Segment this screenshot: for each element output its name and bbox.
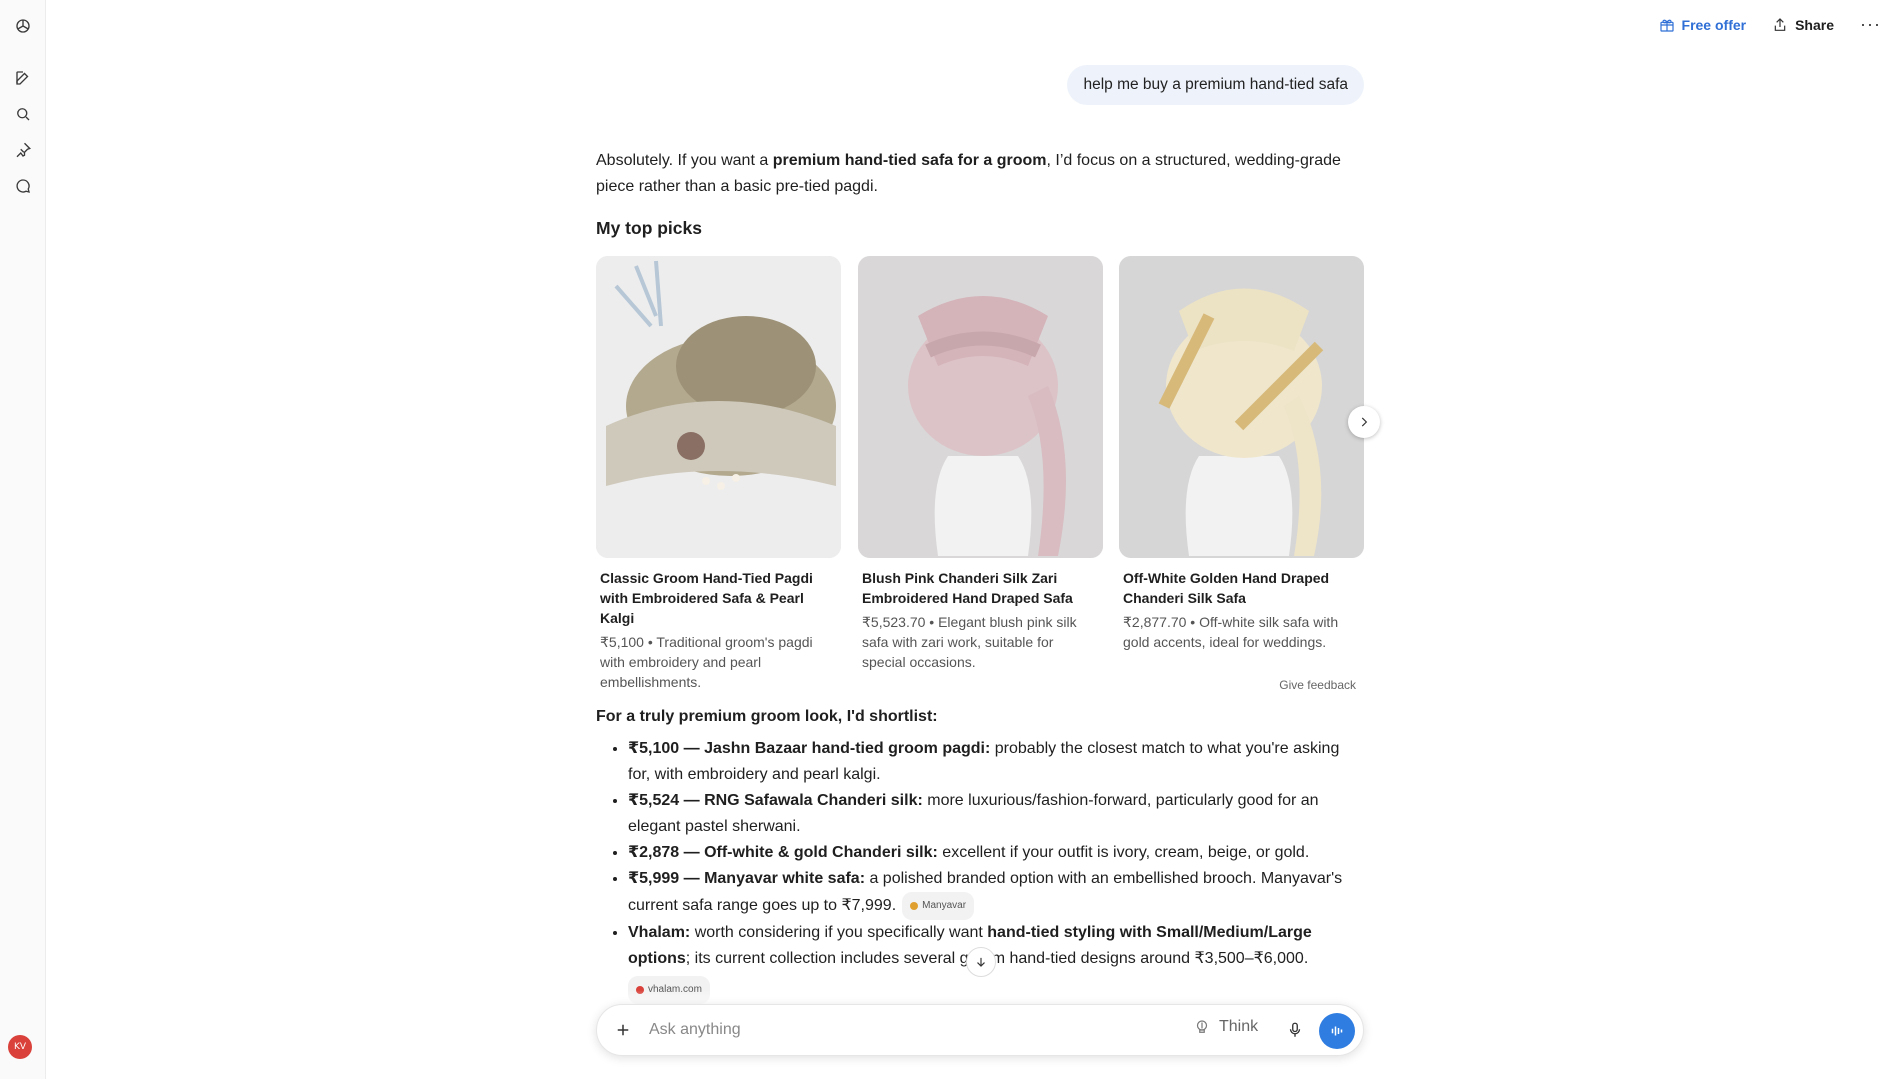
plus-icon — [617, 1024, 629, 1036]
product-image[interactable] — [1119, 256, 1364, 558]
think-label: Think — [1219, 1018, 1259, 1035]
arrow-down-icon — [977, 957, 985, 967]
waveform-icon — [1331, 1026, 1343, 1036]
header-actions: Free offer Share ··· — [1659, 14, 1881, 35]
product-title[interactable]: Blush Pink Chanderi Silk Zari Embroidere… — [862, 568, 1099, 608]
avatar[interactable]: KV — [8, 1035, 32, 1059]
separator: • — [925, 614, 939, 630]
intro-bold: premium hand-tied safa for a groom — [772, 152, 1047, 169]
prompt-input[interactable] — [647, 1017, 1117, 1043]
product-price: ₹5,523.70 — [862, 614, 926, 630]
microphone-button[interactable] — [1283, 1018, 1307, 1042]
product-image[interactable] — [858, 256, 1103, 558]
list-item: ₹5,524 — RNG Safawala Chanderi silk: mor… — [628, 788, 1364, 840]
openai-logo-icon[interactable] — [8, 11, 38, 41]
microphone-icon — [1289, 1022, 1301, 1037]
list-item: ₹5,999 — Manyavar white safa: a polished… — [628, 866, 1364, 920]
item-bold: ₹5,100 — Jashn Bazaar hand-tied groom pa… — [628, 740, 991, 757]
lightbulb-icon — [1196, 1020, 1208, 1033]
think-button[interactable]: Think — [1193, 1018, 1258, 1036]
intro-text-1: Absolutely. If you want a — [596, 152, 773, 169]
chat-bubble-icon[interactable] — [8, 171, 38, 201]
product-card[interactable]: Classic Groom Hand-Tied Pagdi with Embro… — [596, 256, 841, 692]
free-offer-button[interactable]: Free offer — [1659, 16, 1747, 33]
voice-mode-button[interactable] — [1319, 1013, 1355, 1049]
share-icon — [1774, 17, 1786, 31]
give-feedback-link[interactable]: Give feedback — [1279, 678, 1356, 692]
user-message: help me buy a premium hand-tied safa — [1067, 65, 1364, 105]
product-price: ₹5,100 — [600, 634, 644, 650]
item-bold: ₹5,524 — RNG Safawala Chanderi silk: — [628, 792, 923, 809]
turban-image-icon — [596, 256, 841, 558]
sidebar: KV — [0, 0, 46, 1079]
top-picks-title: My top picks — [596, 218, 702, 238]
item-text: worth considering if you specifically wa… — [690, 924, 988, 941]
product-price: ₹2,877.70 — [1123, 614, 1187, 630]
product-image[interactable] — [596, 256, 841, 558]
product-title[interactable]: Off-White Golden Hand Draped Chanderi Si… — [1123, 568, 1360, 608]
assistant-intro: Absolutely. If you want a premium hand-t… — [596, 148, 1364, 200]
list-item: ₹2,878 — Off-white & gold Chanderi silk:… — [628, 840, 1364, 866]
product-card[interactable]: Blush Pink Chanderi Silk Zari Embroidere… — [858, 256, 1103, 672]
gift-icon — [1659, 19, 1674, 32]
shortlist-title: For a truly premium groom look, I'd shor… — [596, 708, 938, 725]
chevron-right-icon — [1361, 417, 1368, 427]
share-button[interactable]: Share — [1772, 17, 1834, 33]
source-chip-manyavar[interactable]: Manyavar — [902, 892, 975, 920]
product-desc: ₹5,523.70 • Elegant blush pink silk safa… — [862, 612, 1099, 672]
scroll-to-bottom-button[interactable] — [966, 947, 996, 977]
more-options-button[interactable]: ··· — [1860, 14, 1881, 35]
product-title[interactable]: Classic Groom Hand-Tied Pagdi with Embro… — [600, 568, 837, 628]
turban-image-icon — [858, 256, 1103, 558]
conversation-area: help me buy a premium hand-tied safa Abs… — [596, 0, 1380, 1079]
share-label: Share — [1795, 16, 1835, 33]
separator: • — [1186, 614, 1200, 630]
new-chat-icon[interactable] — [8, 63, 38, 93]
item-bold: Vhalam: — [628, 924, 691, 941]
item-text-2: ; its current collection includes severa… — [685, 950, 1309, 967]
separator: • — [643, 634, 657, 650]
product-card[interactable]: Off-White Golden Hand Draped Chanderi Si… — [1119, 256, 1364, 652]
turban-image-icon — [1119, 256, 1364, 558]
add-attachment-button[interactable] — [611, 1018, 635, 1042]
item-bold: ₹5,999 — Manyavar white safa: — [628, 870, 866, 887]
product-desc: ₹5,100 • Traditional groom's pagdi with … — [600, 632, 837, 692]
source-favicon-icon — [910, 902, 919, 910]
pin-icon[interactable] — [8, 135, 38, 165]
item-bold: ₹2,878 — Off-white & gold Chanderi silk: — [628, 844, 938, 861]
product-desc: ₹2,877.70 • Off-white silk safa with gol… — [1123, 612, 1360, 652]
source-label: Manyavar — [922, 900, 967, 911]
list-item: ₹5,100 — Jashn Bazaar hand-tied groom pa… — [628, 736, 1364, 788]
search-icon[interactable] — [8, 99, 38, 129]
item-text: excellent if your outfit is ivory, cream… — [937, 844, 1310, 861]
carousel-next-button[interactable] — [1348, 406, 1380, 438]
composer: Think — [596, 1004, 1364, 1056]
free-offer-label: Free offer — [1681, 16, 1747, 33]
